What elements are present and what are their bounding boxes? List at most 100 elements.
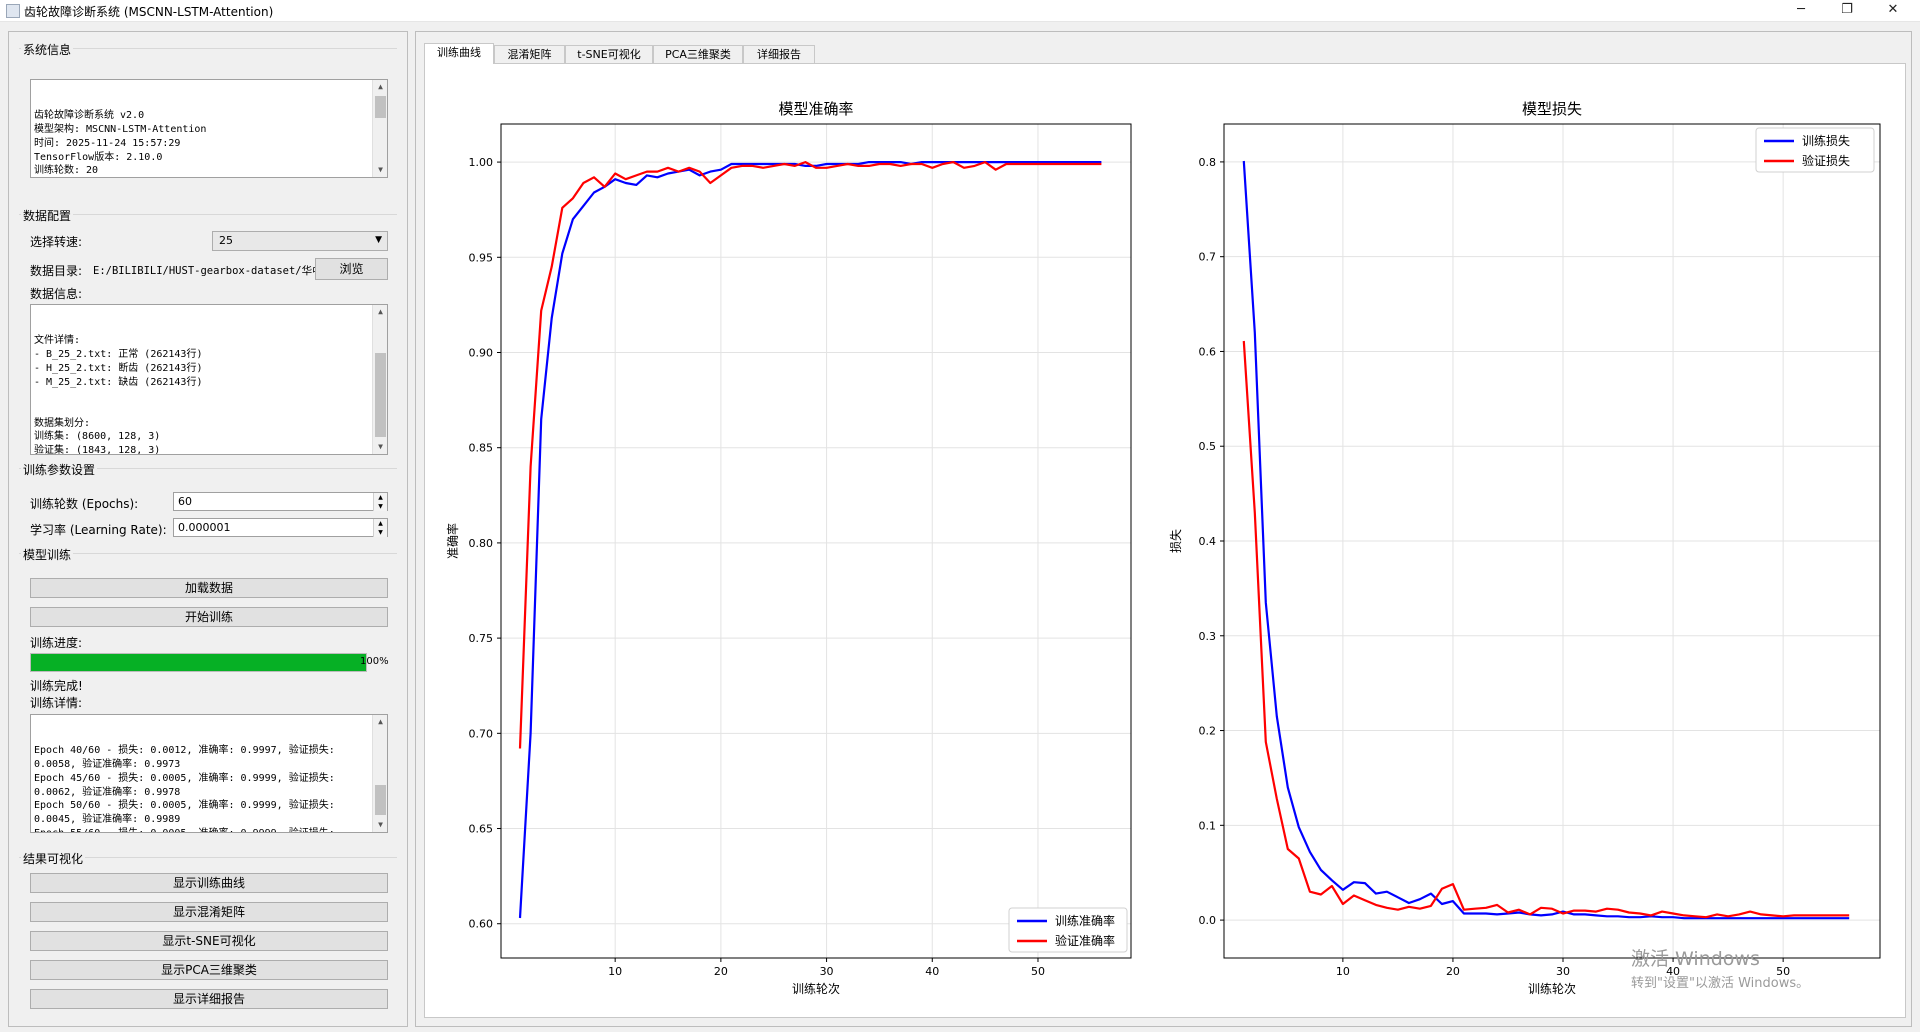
system-info-lines: 齿轮故障诊断系统 v2.0 模型架构: MSCNN-LSTM-Attention 时… bbox=[34, 109, 384, 177]
y-tick-label: 0.6 bbox=[1199, 345, 1217, 358]
legend-label: 验证准确率 bbox=[1055, 933, 1115, 948]
training-status: 训练完成! bbox=[30, 679, 83, 693]
window-title: 齿轮故障诊断系统 (MSCNN-LSTM-Attention) bbox=[24, 5, 274, 19]
speed-select[interactable]: 25 ▼ bbox=[212, 231, 388, 251]
scroll-thumb[interactable] bbox=[375, 785, 386, 815]
training-details-line: Epoch 40/60 - 损失: 0.0012, 准确率: 0.9997, 验… bbox=[34, 745, 335, 757]
progress-label: 训练进度: bbox=[30, 636, 83, 650]
show-training-curves-button[interactable]: 显示训练曲线 bbox=[30, 873, 388, 893]
training-details-text[interactable]: Epoch 40/60 - 损失: 0.0012, 准确率: 0.9997, 验… bbox=[30, 714, 388, 833]
data-config-title: 数据配置 bbox=[21, 207, 74, 224]
data-info-line bbox=[34, 403, 384, 417]
system-info-line: 齿轮故障诊断系统 v2.0 bbox=[34, 110, 145, 122]
data-info-line: 数据集划分: bbox=[34, 417, 91, 429]
data-info-line: 验证集: (1843, 128, 3) bbox=[34, 445, 161, 455]
chart-title: 模型准确率 bbox=[778, 100, 853, 118]
series-line-val bbox=[518, 160, 1102, 749]
spin-up-icon[interactable]: ▲ bbox=[373, 519, 387, 528]
system-info-text[interactable]: 齿轮故障诊断系统 v2.0 模型架构: MSCNN-LSTM-Attention 时… bbox=[30, 79, 388, 178]
lr-spinbox[interactable]: 0.000001 ▲ ▼ bbox=[173, 518, 388, 537]
training-details-label: 训练详情: bbox=[30, 696, 83, 710]
progress-percent: 100% bbox=[360, 656, 389, 667]
scroll-down-icon[interactable]: ▼ bbox=[373, 440, 387, 454]
data-info-lines: 文件详情: - B_25_2.txt: 正常 (262143行) - H_25_2.… bbox=[34, 334, 384, 455]
start-training-button[interactable]: 开始训练 bbox=[30, 607, 388, 627]
training-details-line: Epoch 45/60 - 损失: 0.0005, 准确率: 0.9999, 验… bbox=[34, 772, 335, 784]
restore-button[interactable]: ❐ bbox=[1824, 0, 1870, 22]
speed-label: 选择转速: bbox=[30, 235, 83, 249]
scroll-thumb[interactable] bbox=[375, 96, 386, 118]
y-tick-label: 0.60 bbox=[469, 918, 494, 931]
y-tick-label: 0.70 bbox=[469, 727, 494, 740]
epochs-value: 60 bbox=[178, 495, 192, 508]
close-button[interactable]: ✕ bbox=[1870, 0, 1916, 22]
tab-pca-3d[interactable]: PCA三维聚类 bbox=[653, 45, 743, 63]
epochs-spinbox[interactable]: 60 ▲ ▼ bbox=[173, 492, 388, 511]
legend-label: 训练准确率 bbox=[1055, 913, 1115, 928]
data-dir-path: E:/BILIBILI/HUST-gearbox-dataset/华中 bbox=[93, 265, 317, 277]
y-axis-label: 准确率 bbox=[445, 523, 460, 559]
spin-up-icon[interactable]: ▲ bbox=[373, 493, 387, 502]
y-tick-label: 0.75 bbox=[469, 632, 494, 645]
chevron-down-icon: ▼ bbox=[375, 235, 382, 245]
series-line-val bbox=[1242, 340, 1850, 919]
system-info-line: TensorFlow版本: 2.10.0 bbox=[34, 151, 163, 163]
activation-watermark-title: 激活 Windows bbox=[1631, 948, 1760, 970]
progress-fill bbox=[31, 654, 366, 671]
minimize-button[interactable]: ─ bbox=[1778, 0, 1824, 22]
app-icon bbox=[6, 4, 20, 18]
data-info-line: - B_25_2.txt: 正常 (262143行) bbox=[34, 349, 203, 361]
y-tick-label: 0.4 bbox=[1199, 535, 1217, 548]
scroll-thumb[interactable] bbox=[375, 353, 386, 437]
data-info-line bbox=[34, 389, 384, 403]
load-data-button[interactable]: 加载数据 bbox=[30, 578, 388, 598]
data-info-line: - M_25_2.txt: 缺齿 (262143行) bbox=[34, 376, 203, 388]
data-info-scrollbar[interactable]: ▲ ▼ bbox=[372, 305, 387, 454]
scroll-down-icon[interactable]: ▼ bbox=[373, 163, 387, 177]
tab-tsne[interactable]: t-SNE可视化 bbox=[565, 45, 653, 63]
control-panel: 系统信息 齿轮故障诊断系统 v2.0 模型架构: MSCNN-LSTM-Atten… bbox=[8, 31, 408, 1027]
y-tick-label: 0.5 bbox=[1199, 440, 1217, 453]
show-pca-3d-button[interactable]: 显示PCA三维聚类 bbox=[30, 960, 388, 980]
data-info-line: 训练集: (8600, 128, 3) bbox=[34, 431, 161, 443]
results-panel: 训练曲线 混淆矩阵 t-SNE可视化 PCA三维聚类 详细报告 10 20 30 40… bbox=[415, 31, 1912, 1027]
tab-training-curves[interactable]: 训练曲线 bbox=[424, 43, 494, 64]
spin-down-icon[interactable]: ▼ bbox=[373, 528, 387, 537]
y-tick-label: 0.2 bbox=[1199, 725, 1217, 738]
x-axis-label: 训练轮次 bbox=[1528, 981, 1576, 996]
y-tick-label: 0.0 bbox=[1199, 914, 1217, 927]
epochs-label: 训练轮数 (Epochs): bbox=[30, 497, 139, 511]
y-tick-label: 0.90 bbox=[469, 346, 494, 359]
system-info-line: 模型架构: MSCNN-LSTM-Attention bbox=[34, 124, 207, 136]
x-axis-label: 训练轮次 bbox=[792, 981, 840, 996]
scroll-up-icon[interactable]: ▲ bbox=[373, 305, 387, 319]
scroll-down-icon[interactable]: ▼ bbox=[373, 818, 387, 832]
training-curves-view: 10 20 30 40 50 0.60 0.65 0.70 0.75 0.80 0.85 0.90 0.… bbox=[424, 63, 1906, 1018]
title-bar: 齿轮故障诊断系统 (MSCNN-LSTM-Attention) ─ ❐ ✕ bbox=[0, 0, 1920, 22]
y-tick-label: 0.8 bbox=[1199, 156, 1217, 169]
show-tsne-button[interactable]: 显示t-SNE可视化 bbox=[30, 931, 388, 951]
speed-select-value: 25 bbox=[219, 234, 233, 247]
show-report-button[interactable]: 显示详细报告 bbox=[30, 989, 388, 1009]
system-info-scrollbar[interactable]: ▲ ▼ bbox=[372, 80, 387, 177]
chart-title: 模型损失 bbox=[1522, 100, 1582, 118]
training-details-line: 0.0045, 验证准确率: 0.9989 bbox=[34, 813, 181, 825]
training-details-line: Epoch 55/60 - 损失: 0.0005, 准确率: 0.9999, 验… bbox=[34, 827, 384, 832]
y-tick-label: 0.65 bbox=[469, 823, 494, 836]
browse-button[interactable]: 浏览 bbox=[315, 258, 388, 280]
y-axis-label: 损失 bbox=[1168, 529, 1183, 553]
x-tick-label: 30 bbox=[1556, 965, 1570, 978]
show-confusion-matrix-button[interactable]: 显示混淆矩阵 bbox=[30, 902, 388, 922]
training-details-scrollbar[interactable]: ▲ ▼ bbox=[372, 715, 387, 832]
tab-report[interactable]: 详细报告 bbox=[743, 45, 815, 63]
data-info-text[interactable]: 文件详情: - B_25_2.txt: 正常 (262143行) - H_25_2.… bbox=[30, 304, 388, 455]
x-tick-label: 20 bbox=[1446, 965, 1460, 978]
tab-confusion-matrix[interactable]: 混淆矩阵 bbox=[494, 45, 565, 63]
y-tick-label: 0.3 bbox=[1199, 630, 1217, 643]
y-tick-label: 1.00 bbox=[469, 156, 494, 169]
scroll-up-icon[interactable]: ▲ bbox=[373, 715, 387, 729]
data-info-line: 文件详情: bbox=[34, 335, 81, 347]
training-details-line: 0.0058, 验证准确率: 0.9973 bbox=[34, 759, 181, 771]
spin-down-icon[interactable]: ▼ bbox=[373, 502, 387, 511]
scroll-up-icon[interactable]: ▲ bbox=[373, 80, 387, 94]
